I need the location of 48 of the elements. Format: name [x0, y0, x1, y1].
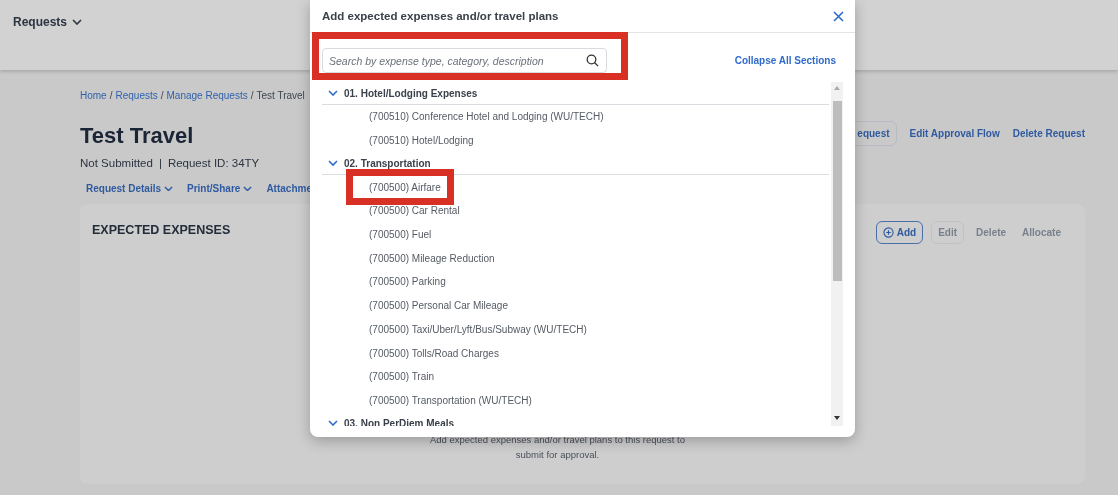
breadcrumb-current: Test Travel: [256, 90, 305, 101]
plus-circle-icon: [882, 227, 894, 238]
expense-type-item[interactable]: (700500) Personal Car Mileage: [322, 293, 508, 318]
request-id: Request ID: 34TY: [167, 157, 260, 169]
breadcrumb-link[interactable]: Requests: [115, 90, 158, 101]
expense-type-item[interactable]: (700510) Conference Hotel and Lodging (WU/TECH): [322, 105, 604, 129]
section-header[interactable]: 03. Non PerDiem Meals: [322, 412, 829, 426]
expense-type-item[interactable]: (700500) Parking: [322, 270, 446, 294]
scroll-down-icon: [834, 416, 840, 420]
search-icon: [586, 54, 599, 67]
page-title: Test Travel: [80, 123, 194, 149]
expense-type-item[interactable]: (700500) Fuel: [322, 222, 432, 247]
chevron-down-icon: [164, 185, 174, 192]
request-status: Not Submitted: [80, 157, 153, 169]
expense-type-item[interactable]: (700500) Car Rental: [322, 199, 460, 223]
close-button[interactable]: [833, 10, 844, 22]
chevron-down-icon: [328, 89, 338, 97]
section-header[interactable]: 01. Hotel/Lodging Expenses: [322, 82, 829, 105]
action-link[interactable]: Delete Request: [1012, 128, 1085, 139]
breadcrumb-link[interactable]: Home: [80, 90, 107, 101]
requests-menu[interactable]: Requests: [13, 15, 83, 29]
chevron-down-icon: [243, 185, 253, 192]
add-button[interactable]: Add: [875, 221, 924, 244]
action-link[interactable]: Edit Approval Flow: [909, 128, 1000, 139]
expense-type-item[interactable]: (700500) Taxi/Uber/Lyft/Bus/Subway (WU/TECH): [322, 317, 587, 342]
status-separator: |: [158, 157, 162, 169]
breadcrumb-separator: /: [160, 90, 164, 101]
menu-link[interactable]: Request Details: [86, 183, 174, 194]
card-title: EXPECTED EXPENSES: [92, 222, 231, 237]
chevron-down-icon: [328, 420, 338, 426]
expense-type-item[interactable]: (700510) Hotel/Lodging: [322, 128, 474, 153]
expense-type-item[interactable]: (700500) Mileage Reduction: [322, 246, 495, 271]
expense-type-item[interactable]: (700500) Airfare: [353, 176, 447, 199]
expense-type-item[interactable]: (700500) Tolls/Road Charges: [322, 341, 499, 365]
collapse-all-link[interactable]: Collapse All Sections: [734, 55, 836, 66]
breadcrumb-link[interactable]: Manage Requests: [166, 90, 248, 101]
modal-title: Add expected expenses and/or travel plans: [322, 10, 559, 22]
scrollbar[interactable]: [831, 82, 843, 426]
menu-link[interactable]: Attachme: [266, 183, 312, 194]
expense-type-item[interactable]: (700500) Train: [322, 364, 435, 389]
menu-link[interactable]: Print/Share: [187, 183, 253, 194]
chevron-down-icon: [72, 18, 83, 26]
expense-type-item[interactable]: (700500) Transportation (WU/TECH): [322, 388, 532, 413]
chevron-down-icon: [328, 160, 338, 167]
breadcrumb-separator: /: [250, 90, 254, 101]
search-field[interactable]: Search by expense type, category, description: [322, 48, 607, 73]
scroll-up-icon: [834, 86, 840, 90]
breadcrumb-separator: /: [109, 90, 113, 101]
